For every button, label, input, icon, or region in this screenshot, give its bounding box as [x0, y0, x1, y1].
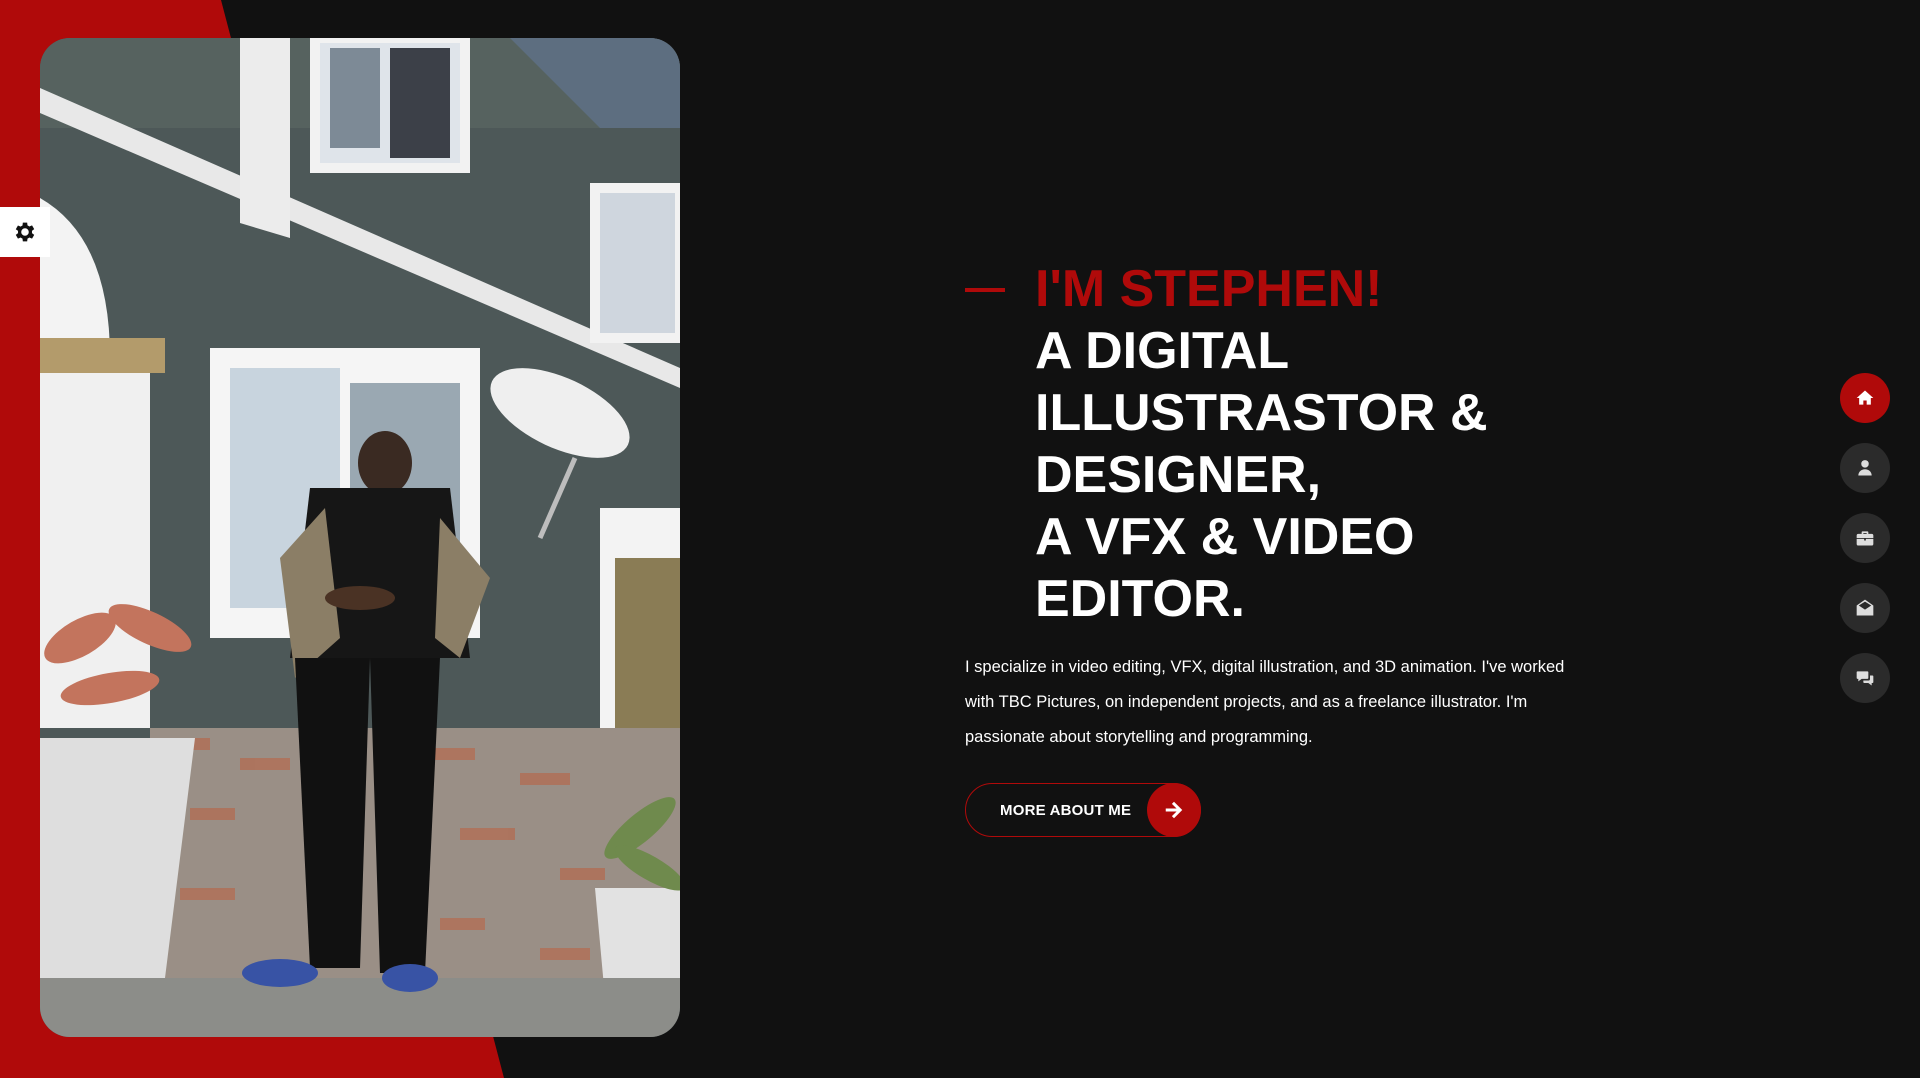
chat-icon	[1855, 668, 1875, 688]
hero-intro-text: I specialize in video editing, VFX, digi…	[965, 650, 1565, 755]
user-icon	[1855, 458, 1875, 478]
nav-portfolio-button[interactable]	[1840, 513, 1890, 563]
hero-title: I'M STEPHEN! A DIGITAL ILLUSTRASTOR & DE…	[965, 258, 1625, 630]
intro-line: passionate about storytelling and progra…	[965, 728, 1313, 746]
nav-about-button[interactable]	[1840, 443, 1890, 493]
arrow-right-icon	[1147, 783, 1202, 837]
hero-title-line: EDITOR.	[1035, 570, 1245, 628]
gear-icon	[12, 219, 38, 245]
hero-greeting: I'M STEPHEN!	[1035, 260, 1383, 318]
intro-line: I specialize in video editing, VFX, digi…	[965, 658, 1565, 676]
hero-title-line: ILLUSTRASTOR &	[1035, 384, 1488, 442]
briefcase-icon	[1855, 528, 1875, 548]
title-dash-divider	[965, 288, 1005, 292]
side-navigation	[1840, 373, 1890, 723]
envelope-icon	[1855, 598, 1875, 618]
hero-section: I'M STEPHEN! A DIGITAL ILLUSTRASTOR & DE…	[965, 258, 1625, 837]
profile-photo	[40, 38, 680, 1037]
more-about-me-button[interactable]: MORE ABOUT ME	[965, 783, 1202, 837]
profile-photo-illustration	[40, 38, 680, 1037]
nav-home-button[interactable]	[1840, 373, 1890, 423]
hero-title-line: DESIGNER,	[1035, 446, 1322, 504]
hero-title-line: A DIGITAL	[1035, 322, 1290, 380]
home-icon	[1855, 388, 1875, 408]
settings-toggle-button[interactable]	[0, 207, 50, 257]
more-about-me-label: MORE ABOUT ME	[1000, 801, 1132, 819]
hero-title-line: A VFX & VIDEO	[1035, 508, 1415, 566]
nav-blog-button[interactable]	[1840, 653, 1890, 703]
intro-line: with TBC Pictures, on independent projec…	[965, 693, 1528, 711]
nav-contact-button[interactable]	[1840, 583, 1890, 633]
